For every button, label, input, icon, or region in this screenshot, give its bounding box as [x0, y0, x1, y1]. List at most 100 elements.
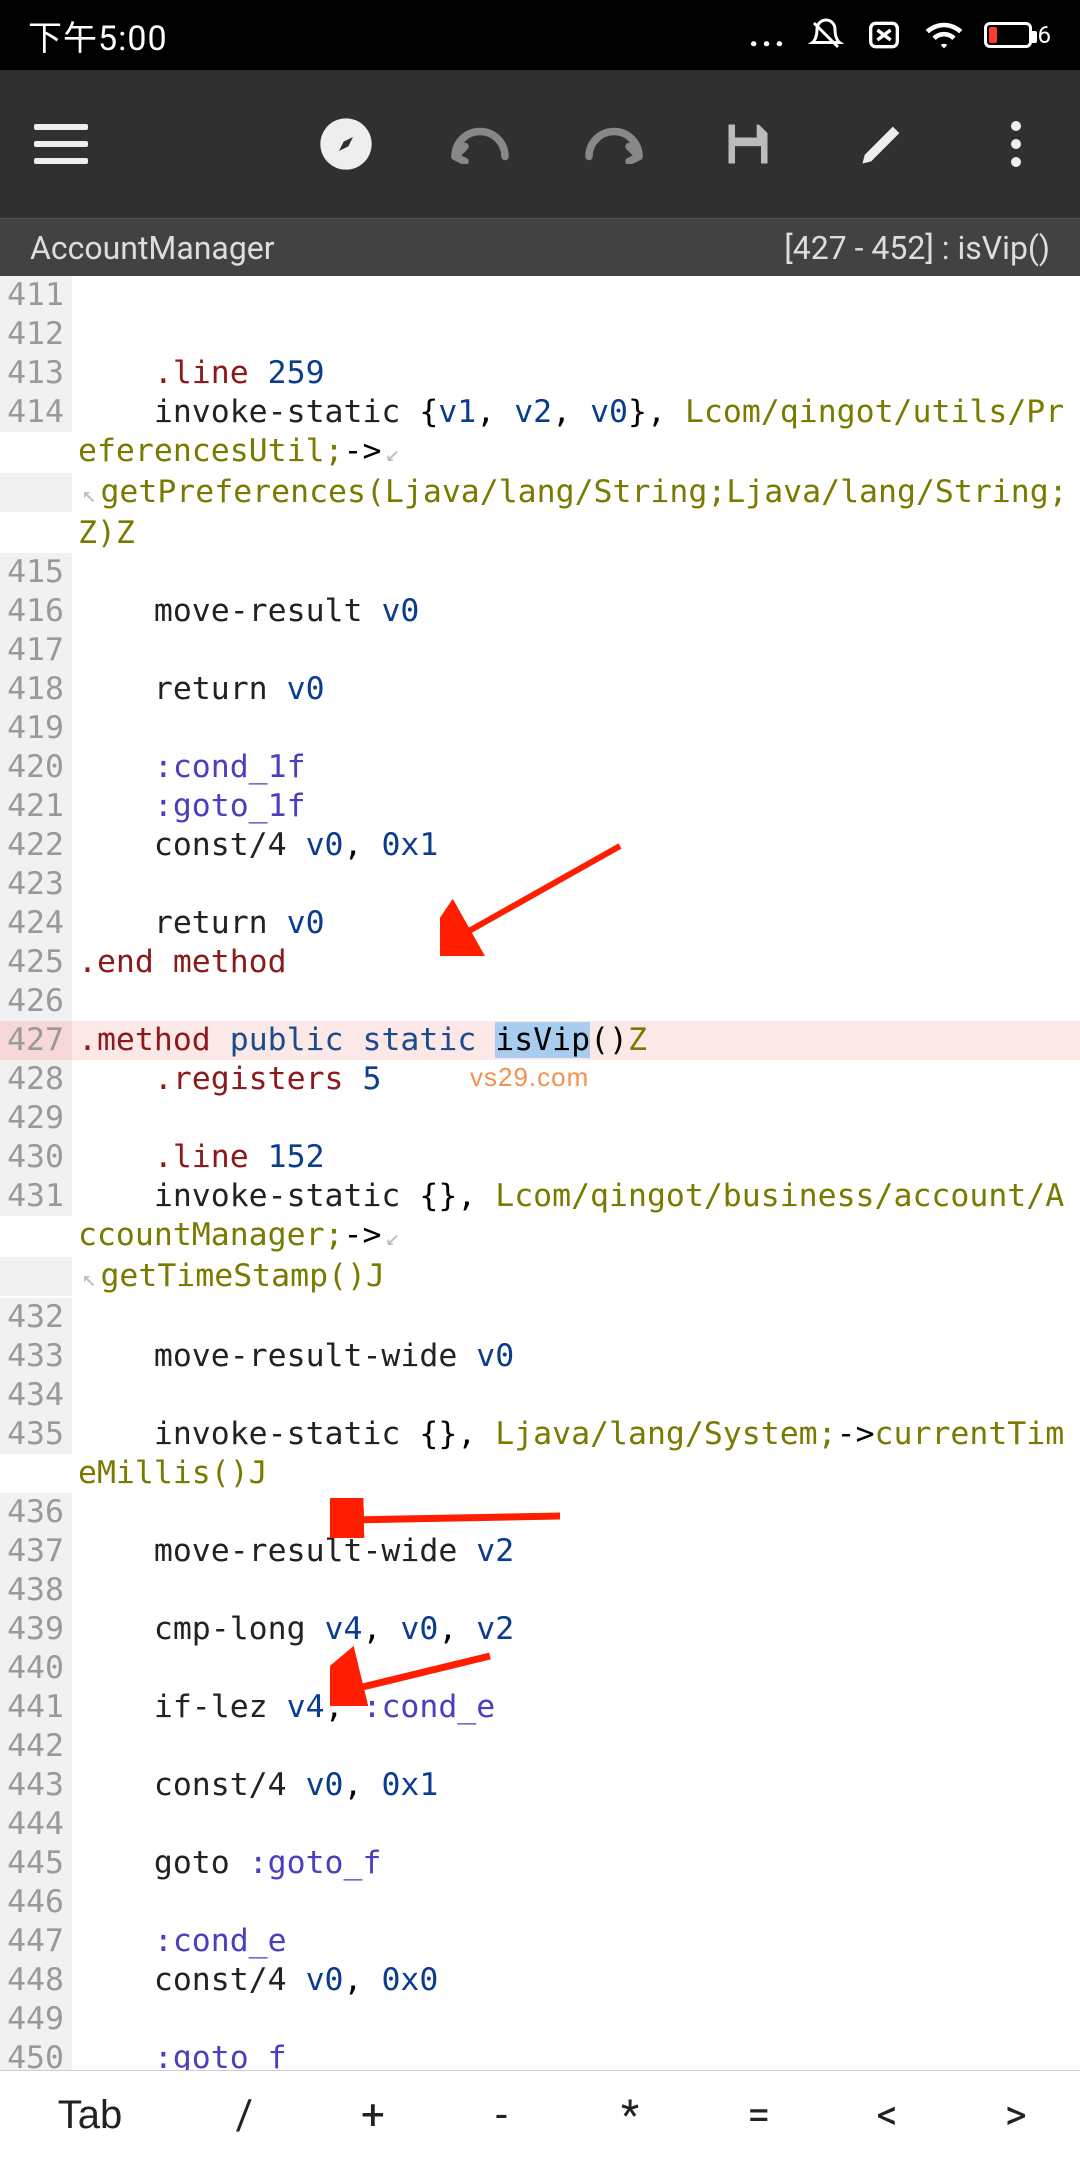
key-plus[interactable]: + — [309, 2091, 438, 2140]
key-gt[interactable]: > — [951, 2091, 1080, 2140]
code-line[interactable] — [72, 1883, 1080, 1922]
line-number: 438 — [0, 1571, 72, 1610]
line-number: 411 — [0, 276, 72, 315]
line-number: 446 — [0, 1883, 72, 1922]
line-number: 442 — [0, 1727, 72, 1766]
line-number: 441 — [0, 1688, 72, 1727]
overflow-icon[interactable] — [986, 114, 1046, 174]
code-line[interactable]: const/4 v0, 0x0 — [72, 1961, 1080, 2000]
code-line[interactable]: cmp-long v4, v0, v2 — [72, 1610, 1080, 1649]
code-line[interactable]: .method public static isVip()Z — [72, 1021, 1080, 1060]
line-number: 428 — [0, 1060, 72, 1099]
code-line[interactable] — [72, 709, 1080, 748]
line-number: 423 — [0, 865, 72, 904]
key-tab[interactable]: Tab — [0, 2093, 180, 2138]
line-number: 435 — [0, 1415, 72, 1454]
line-number: 419 — [0, 709, 72, 748]
code-line[interactable]: invoke-static {}, Ljava/lang/System;->cu… — [72, 1415, 1080, 1493]
code-line[interactable]: move-result-wide v2 — [72, 1532, 1080, 1571]
code-line[interactable] — [72, 982, 1080, 1021]
line-number: 427 — [0, 1021, 72, 1060]
line-number: 443 — [0, 1766, 72, 1805]
line-number: 421 — [0, 787, 72, 826]
line-number: 414 — [0, 393, 72, 432]
key-eq[interactable]: = — [694, 2091, 823, 2140]
code-line[interactable]: .line 259 — [72, 354, 1080, 393]
navigate-icon[interactable] — [316, 114, 376, 174]
code-line[interactable]: move-result-wide v0 — [72, 1337, 1080, 1376]
line-number: 420 — [0, 748, 72, 787]
code-line[interactable]: move-result v0 — [72, 592, 1080, 631]
line-number: 426 — [0, 982, 72, 1021]
code-line[interactable] — [72, 1649, 1080, 1688]
code-line[interactable]: :cond_e — [72, 1922, 1080, 1961]
code-editor[interactable]: 411 412 413 .line 259 414 invoke-static … — [0, 276, 1080, 2070]
code-line[interactable] — [72, 2000, 1080, 2039]
undo-icon[interactable] — [450, 114, 510, 174]
line-number: 433 — [0, 1337, 72, 1376]
sub-bar: AccountManager [427 - 452] : isVip() — [0, 218, 1080, 276]
code-line[interactable] — [72, 1298, 1080, 1337]
key-slash[interactable]: / — [180, 2091, 309, 2140]
code-line[interactable]: const/4 v0, 0x1 — [72, 826, 1080, 865]
key-star[interactable]: * — [566, 2091, 695, 2140]
code-line[interactable] — [72, 865, 1080, 904]
line-number: 430 — [0, 1138, 72, 1177]
code-line[interactable] — [72, 553, 1080, 592]
code-line[interactable] — [72, 1805, 1080, 1844]
status-bar: 下午5:00 ... 6 — [0, 0, 1080, 70]
code-line[interactable]: .end method — [72, 943, 1080, 982]
line-number: 412 — [0, 315, 72, 354]
redo-icon[interactable] — [584, 114, 644, 174]
key-lt[interactable]: < — [823, 2091, 952, 2140]
code-line[interactable] — [72, 276, 1080, 286]
code-line[interactable]: return v0 — [72, 670, 1080, 709]
save-icon[interactable] — [718, 114, 778, 174]
code-line[interactable] — [72, 1727, 1080, 1766]
code-line[interactable]: :cond_1f — [72, 748, 1080, 787]
edit-icon[interactable] — [852, 114, 912, 174]
line-number: 444 — [0, 1805, 72, 1844]
key-minus[interactable]: - — [437, 2091, 566, 2140]
line-number: 450 — [0, 2039, 72, 2070]
line-number: 439 — [0, 1610, 72, 1649]
code-line[interactable]: :goto_f — [72, 2039, 1080, 2070]
line-number: 434 — [0, 1376, 72, 1415]
vibrate-icon — [864, 19, 904, 51]
code-line[interactable] — [72, 1493, 1080, 1532]
code-line[interactable]: ↖getPreferences(Ljava/lang/String;Ljava/… — [72, 473, 1080, 553]
code-line[interactable]: :goto_1f — [72, 787, 1080, 826]
line-number: 432 — [0, 1298, 72, 1337]
code-line[interactable]: .line 152 — [72, 1138, 1080, 1177]
code-line[interactable]: if-lez v4, :cond_e — [72, 1688, 1080, 1727]
line-number: 413 — [0, 354, 72, 393]
line-number: 437 — [0, 1532, 72, 1571]
code-line[interactable]: return v0 — [72, 904, 1080, 943]
code-line[interactable]: const/4 v0, 0x1 — [72, 1766, 1080, 1805]
code-line[interactable]: invoke-static {}, Lcom/qingot/business/a… — [72, 1177, 1080, 1257]
line-number: 415 — [0, 553, 72, 592]
more-dots-icon: ... — [749, 15, 788, 55]
line-number: 431 — [0, 1177, 72, 1216]
line-number: 447 — [0, 1922, 72, 1961]
line-number: 418 — [0, 670, 72, 709]
code-line[interactable] — [72, 1099, 1080, 1138]
code-line[interactable] — [72, 631, 1080, 670]
menu-button[interactable] — [34, 124, 88, 164]
code-line[interactable] — [72, 1571, 1080, 1610]
code-line[interactable] — [72, 315, 1080, 354]
code-line[interactable]: goto :goto_f — [72, 1844, 1080, 1883]
battery-icon: 6 — [984, 21, 1053, 49]
status-right: ... 6 — [749, 15, 1052, 55]
clock: 下午5:00 — [28, 11, 168, 60]
mute-icon — [808, 17, 844, 53]
watermark: vs29.com — [470, 1062, 589, 1093]
line-number: 416 — [0, 592, 72, 631]
code-line[interactable]: invoke-static {v1, v2, v0}, Lcom/qingot/… — [72, 393, 1080, 473]
code-line[interactable]: ↖getTimeStamp()J — [72, 1257, 1080, 1298]
line-number: 445 — [0, 1844, 72, 1883]
code-line[interactable] — [72, 1376, 1080, 1415]
line-number: 440 — [0, 1649, 72, 1688]
battery-level: 6 — [1038, 21, 1053, 49]
line-number — [0, 1257, 72, 1296]
